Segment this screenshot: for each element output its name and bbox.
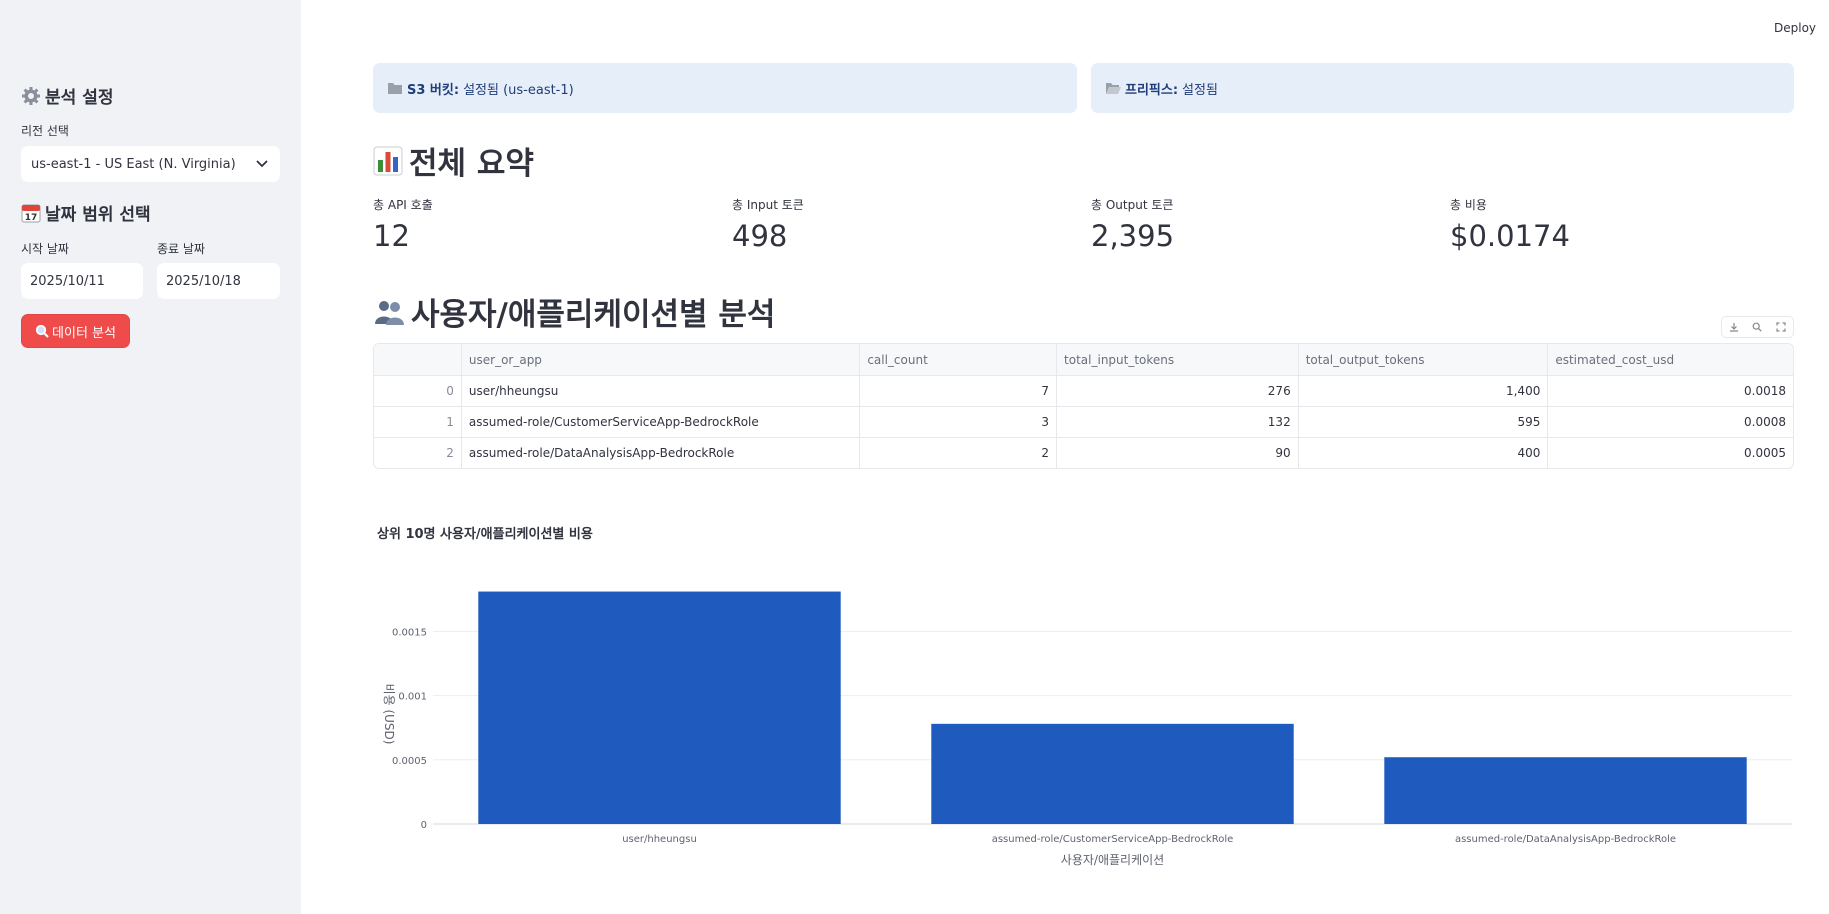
table-toolbar (1721, 316, 1794, 338)
summary-title: 전체 요약 (409, 146, 534, 182)
y-tick-label: 0 (421, 820, 427, 831)
metric-label: 총 API 호출 (373, 198, 433, 212)
search-icon[interactable] (1752, 322, 1763, 332)
metric-label: 총 Output 토큰 (1091, 198, 1174, 212)
table-row[interactable]: 0 user/hheungsu 7 276 1,400 0.0018 (374, 375, 1793, 406)
x-tick-label: user/hheungsu (622, 834, 697, 845)
start-date-input[interactable]: 2025/10/11 (21, 263, 143, 299)
date-range-heading: 17 날짜 범위 선택 (21, 200, 151, 225)
cost-bar-chart: 0 0.0005 0.001 0.0015 user/hheungsu assumed-r… (382, 591, 1792, 867)
bucket-info-box: S3 버킷: 설정됨 (us-east-1) (373, 63, 1077, 113)
prefix-info-box: 프리픽스: 설정됨 (1091, 63, 1794, 113)
y-tick-label: 0.001 (398, 692, 427, 703)
download-icon[interactable] (1729, 322, 1739, 332)
header-index (374, 344, 461, 375)
cell-total-output-tokens[interactable]: 595 (1297, 407, 1548, 437)
metric-value: $0.0174 (1450, 219, 1570, 253)
cell-user-or-app[interactable]: assumed-role/CustomerServiceApp-BedrockR… (460, 407, 859, 437)
bar[interactable] (931, 723, 1294, 824)
users-title: 사용자/애플리케이션별 분석 (411, 297, 776, 333)
bar-chart-icon (373, 146, 403, 175)
folder-icon (388, 83, 402, 94)
metric-value: 12 (373, 219, 410, 253)
chevron-down-icon (256, 160, 268, 168)
cell-total-input-tokens[interactable]: 132 (1056, 407, 1298, 437)
date-range-title: 날짜 범위 선택 (45, 205, 151, 225)
metric-total-cost: 총 비용 $0.0174 (1450, 196, 1570, 253)
metric-output-tokens: 총 Output 토큰 2,395 (1091, 196, 1174, 253)
user-analysis-table: user_or_app call_count total_input_token… (373, 343, 1794, 469)
y-axis-title: 비용 (USD) (382, 684, 396, 745)
cell-call-count[interactable]: 3 (859, 407, 1056, 437)
metric-label: 총 비용 (1450, 198, 1487, 212)
cell-index: 2 (446, 446, 454, 460)
header-total-input-tokens[interactable]: total_input_tokens (1056, 344, 1298, 375)
start-date-label: 시작 날짜 (21, 242, 69, 256)
prefix-value: 설정됨 (1182, 82, 1218, 98)
svg-text:17: 17 (25, 213, 38, 223)
end-date-label: 종료 날짜 (157, 242, 205, 256)
bar[interactable] (1384, 757, 1747, 824)
chart-title: 상위 10명 사용자/애플리케이션별 비용 (377, 527, 593, 542)
cell-estimated-cost[interactable]: 0.0008 (1547, 407, 1793, 437)
header-call-count[interactable]: call_count (859, 344, 1056, 375)
gear-icon (22, 86, 40, 105)
bucket-label: S3 버킷: (407, 82, 460, 98)
open-folder-icon (1106, 83, 1121, 94)
cell-total-input-tokens[interactable]: 90 (1056, 438, 1298, 468)
header-total-output-tokens[interactable]: total_output_tokens (1297, 344, 1548, 375)
summary-heading: 전체 요약 (373, 138, 534, 183)
magnifier-icon (35, 324, 49, 338)
calendar-icon: 17 (21, 204, 41, 223)
cell-estimated-cost[interactable]: 0.0018 (1547, 376, 1793, 406)
end-date-input[interactable]: 2025/10/18 (157, 263, 280, 299)
header-estimated-cost[interactable]: estimated_cost_usd (1547, 344, 1793, 375)
metric-value: 2,395 (1091, 219, 1175, 253)
cell-total-output-tokens[interactable]: 400 (1297, 438, 1548, 468)
x-tick-label: assumed-role/DataAnalysisApp-BedrockRole (1455, 834, 1676, 845)
cell-total-input-tokens[interactable]: 276 (1056, 376, 1298, 406)
settings-title: 분석 설정 (45, 88, 114, 108)
cell-call-count[interactable]: 7 (859, 376, 1056, 406)
region-select[interactable]: us-east-1 - US East (N. Virginia) (21, 146, 280, 182)
users-heading: 사용자/애플리케이션별 분석 (373, 289, 775, 334)
sidebar: 분석 설정 리전 선택 us-east-1 - US East (N. Virg… (0, 0, 301, 914)
analyze-button-label: 데이터 분석 (52, 325, 116, 341)
region-label: 리전 선택 (21, 124, 69, 138)
cell-user-or-app[interactable]: assumed-role/DataAnalysisApp-BedrockRole (460, 438, 859, 468)
analyze-button[interactable]: 데이터 분석 (21, 314, 130, 348)
bucket-value: 설정됨 (us-east-1) (463, 82, 574, 98)
x-axis-title: 사용자/애플리케이션 (1061, 853, 1164, 867)
fullscreen-icon[interactable] (1776, 322, 1786, 332)
settings-heading: 분석 설정 (21, 83, 113, 108)
bar[interactable] (478, 591, 841, 824)
header-user-or-app[interactable]: user_or_app (460, 344, 859, 375)
cell-estimated-cost[interactable]: 0.0005 (1547, 438, 1793, 468)
cell-index: 1 (446, 415, 454, 429)
deploy-button[interactable]: Deploy (1774, 21, 1816, 35)
metric-api-calls: 총 API 호출 12 (373, 196, 433, 253)
users-icon (375, 300, 404, 325)
prefix-label: 프리픽스: (1125, 82, 1179, 98)
cell-index: 0 (446, 384, 454, 398)
region-select-value: us-east-1 - US East (N. Virginia) (31, 156, 236, 172)
y-tick-label: 0.0015 (392, 627, 427, 638)
cell-total-output-tokens[interactable]: 1,400 (1297, 376, 1548, 406)
metric-label: 총 Input 토큰 (732, 198, 804, 212)
metric-input-tokens: 총 Input 토큰 498 (732, 196, 804, 253)
x-tick-label: assumed-role/CustomerServiceApp-BedrockR… (992, 834, 1234, 845)
table-row[interactable]: 1 assumed-role/CustomerServiceApp-Bedroc… (374, 406, 1793, 437)
cell-user-or-app[interactable]: user/hheungsu (460, 376, 859, 406)
y-tick-label: 0.0005 (392, 756, 427, 767)
table-header-row: user_or_app call_count total_input_token… (374, 344, 1793, 375)
table-row[interactable]: 2 assumed-role/DataAnalysisApp-BedrockRo… (374, 437, 1793, 468)
metric-value: 498 (732, 219, 788, 253)
cell-call-count[interactable]: 2 (859, 438, 1056, 468)
